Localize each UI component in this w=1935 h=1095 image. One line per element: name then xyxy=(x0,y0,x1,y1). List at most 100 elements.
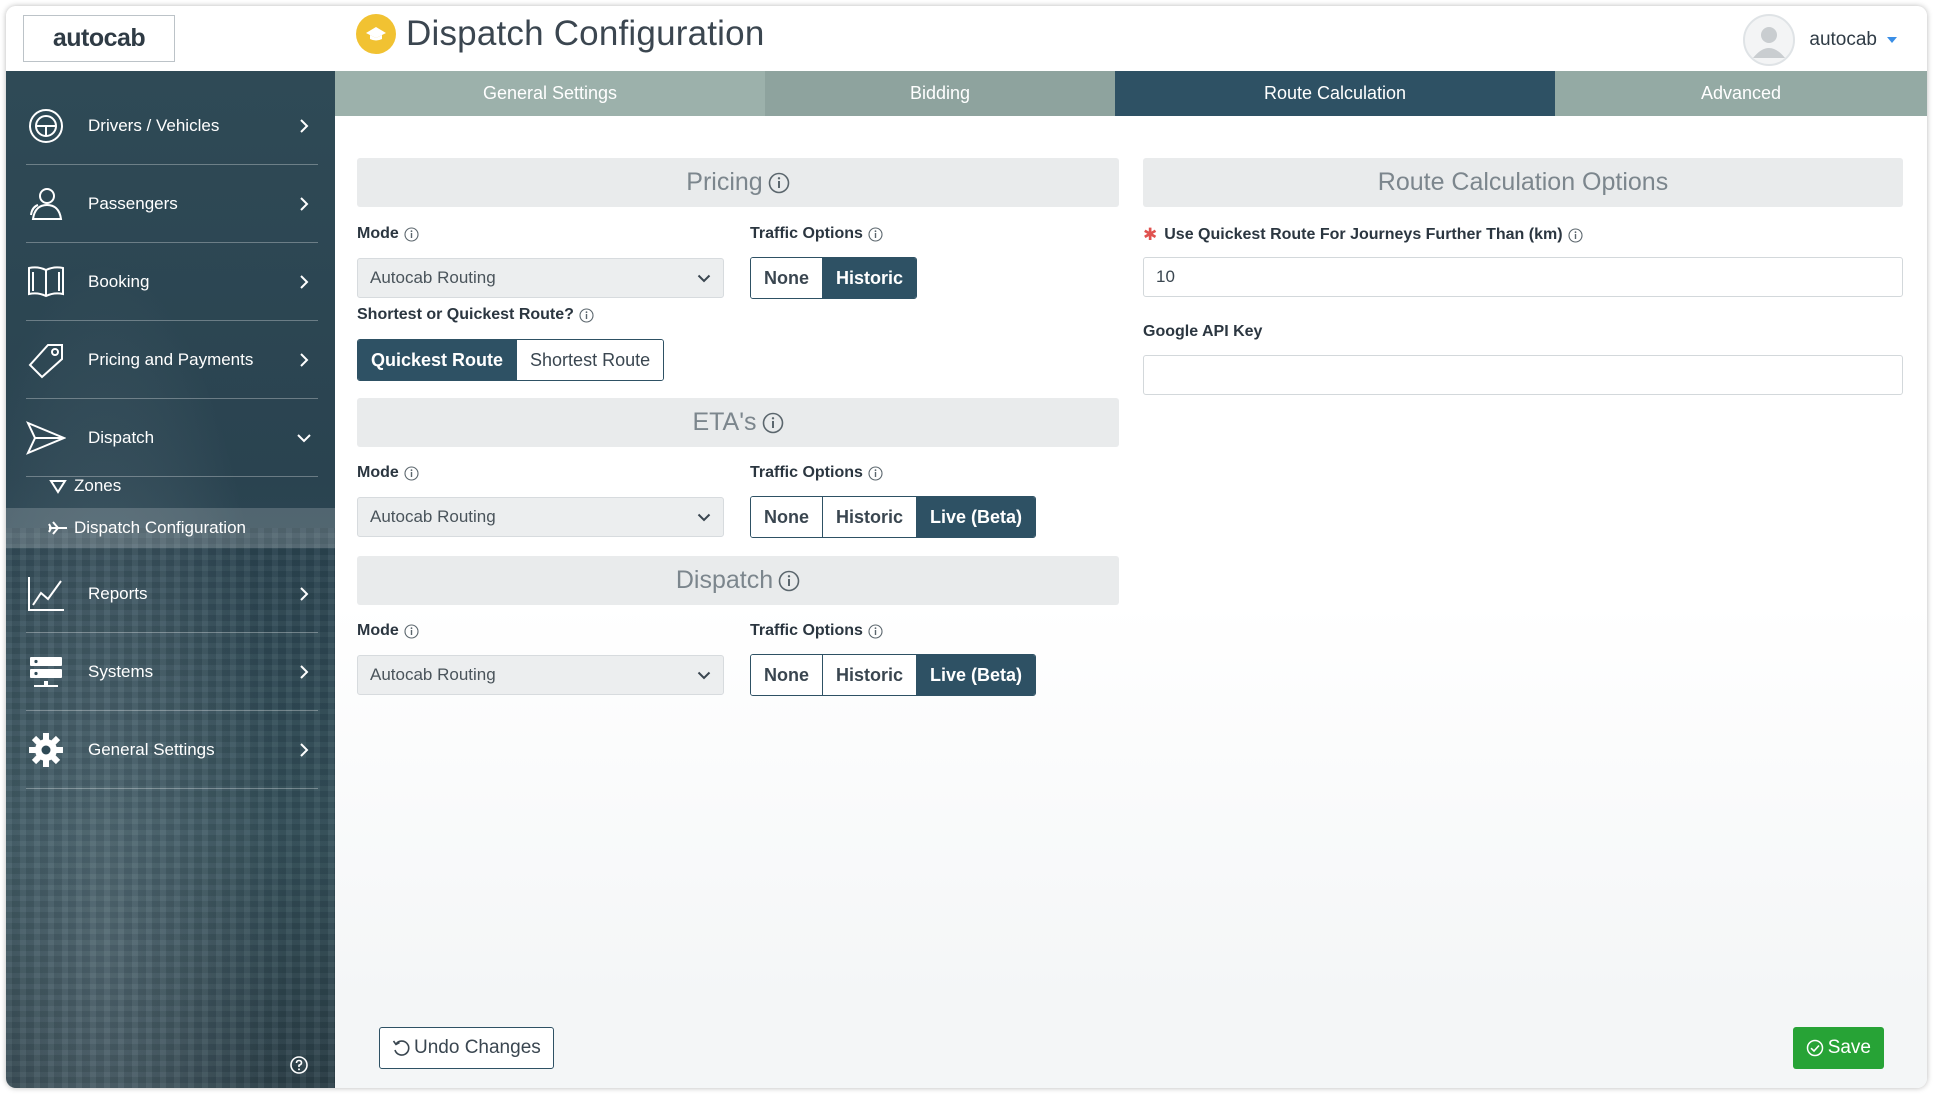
sidebar-subitem-zones[interactable]: Zones xyxy=(6,466,335,506)
dispatch-heading-text: Dispatch xyxy=(675,566,774,594)
chevron-right-icon xyxy=(294,586,314,602)
pricing-mode-value: Autocab Routing xyxy=(370,268,496,287)
info-icon[interactable] xyxy=(762,412,784,434)
sidebar-subitem-label: Dispatch Configuration xyxy=(74,518,246,537)
dispatch-traffic-toggle: None Historic Live (Beta) xyxy=(750,654,1037,696)
line-chart-icon xyxy=(26,574,66,614)
sidebar-item-booking[interactable]: Booking xyxy=(26,243,318,321)
traffic-option-historic[interactable]: Historic xyxy=(823,258,917,298)
footer-bar: Undo Changes Save xyxy=(335,1001,1927,1088)
chevron-down-icon xyxy=(697,507,711,527)
undo-changes-label: Undo Changes xyxy=(414,1037,541,1058)
avatar-icon xyxy=(1743,14,1796,66)
sidebar-item-pricing-payments[interactable]: Pricing and Payments xyxy=(26,321,318,399)
sidebar-subitem-dispatch-configuration[interactable]: Dispatch Configuration xyxy=(6,508,335,548)
quickest-threshold-input[interactable]: 10 xyxy=(1143,257,1903,297)
dispatch-traffic-label: Traffic Options xyxy=(750,622,883,640)
chevron-right-icon xyxy=(294,118,314,134)
sidebar-item-general-settings[interactable]: General Settings xyxy=(26,711,318,789)
help-icon[interactable] xyxy=(289,1055,309,1080)
chevron-right-icon xyxy=(294,664,314,680)
pricing-mode-select[interactable]: Autocab Routing xyxy=(357,258,724,298)
etas-mode-label: Mode xyxy=(357,464,419,482)
undo-changes-button[interactable]: Undo Changes xyxy=(379,1027,554,1069)
traffic-option-none[interactable]: None xyxy=(751,258,823,298)
traffic-option-none[interactable]: None xyxy=(751,497,823,537)
sidebar-item-systems[interactable]: Systems xyxy=(26,633,318,711)
traffic-option-none[interactable]: None xyxy=(751,655,823,695)
traffic-option-live[interactable]: Live (Beta) xyxy=(917,655,1036,695)
pricing-traffic-label: Traffic Options xyxy=(750,225,883,243)
pricing-traffic-toggle: None Historic xyxy=(750,257,918,299)
username: autocab xyxy=(1809,29,1877,50)
info-icon[interactable] xyxy=(1567,227,1583,243)
dispatch-mode-label-text: Mode xyxy=(357,622,399,639)
sidebar-item-label: Systems xyxy=(88,661,154,681)
etas-heading-text: ETA's xyxy=(692,408,757,436)
required-asterisk-icon: ✱ xyxy=(1143,225,1158,244)
tab-advanced[interactable]: Advanced xyxy=(1555,71,1927,116)
pricing-heading: Pricing xyxy=(357,158,1119,207)
sidebar-item-label: Reports xyxy=(88,583,148,603)
plane-icon xyxy=(48,519,68,537)
sidebar-item-passengers[interactable]: Passengers xyxy=(26,165,318,243)
traffic-option-historic[interactable]: Historic xyxy=(823,655,918,695)
chevron-right-icon xyxy=(294,742,314,758)
tab-general-settings[interactable]: General Settings xyxy=(335,71,765,116)
google-api-key-input[interactable] xyxy=(1143,355,1903,395)
quickest-threshold-label-text: Use Quickest Route For Journeys Further … xyxy=(1164,226,1563,243)
tab-bar: General Settings Bidding Route Calculati… xyxy=(335,71,1927,125)
info-icon[interactable] xyxy=(579,307,594,323)
price-tag-icon xyxy=(26,340,66,380)
dispatch-heading: Dispatch xyxy=(357,556,1119,605)
info-icon[interactable] xyxy=(868,226,883,242)
zone-icon xyxy=(48,478,68,494)
info-icon[interactable] xyxy=(768,172,790,194)
save-button[interactable]: Save xyxy=(1792,1027,1884,1069)
etas-traffic-label: Traffic Options xyxy=(750,464,883,482)
chevron-right-icon xyxy=(294,274,314,290)
brand-logo[interactable]: autocab xyxy=(23,15,175,62)
dispatch-mode-select[interactable]: Autocab Routing xyxy=(357,655,724,695)
undo-icon xyxy=(392,1039,410,1057)
page-title-group: Dispatch Configuration xyxy=(356,14,765,54)
route-choice-label-text: Shortest or Quickest Route? xyxy=(357,306,574,323)
info-icon[interactable] xyxy=(868,623,883,639)
steering-wheel-icon xyxy=(26,106,66,146)
info-icon[interactable] xyxy=(404,226,419,242)
server-icon xyxy=(26,652,66,692)
info-icon[interactable] xyxy=(404,623,419,639)
etas-traffic-toggle: None Historic Live (Beta) xyxy=(750,496,1037,538)
google-api-key-label: Google API Key xyxy=(1143,323,1263,340)
traffic-option-historic[interactable]: Historic xyxy=(823,497,918,537)
route-choice-toggle: Quickest Route Shortest Route xyxy=(357,339,665,381)
route-option-quickest[interactable]: Quickest Route xyxy=(358,340,518,380)
route-option-shortest[interactable]: Shortest Route xyxy=(517,340,664,380)
pricing-heading-text: Pricing xyxy=(686,168,763,196)
pricing-mode-label-text: Mode xyxy=(357,225,399,242)
tab-bidding[interactable]: Bidding xyxy=(765,71,1115,116)
sidebar-item-drivers-vehicles[interactable]: Drivers / Vehicles xyxy=(26,87,318,165)
sidebar-item-label: General Settings xyxy=(88,739,215,759)
pricing-traffic-label-text: Traffic Options xyxy=(750,225,863,242)
chevron-right-icon xyxy=(294,196,314,212)
user-menu[interactable]: autocab xyxy=(1743,14,1897,66)
info-icon[interactable] xyxy=(868,465,883,481)
tab-route-calculation[interactable]: Route Calculation xyxy=(1115,71,1555,125)
app-window: autocab Dispatch Configuration autocab D… xyxy=(6,6,1927,1088)
etas-mode-value: Autocab Routing xyxy=(370,507,496,526)
users-icon xyxy=(26,184,66,224)
etas-mode-select[interactable]: Autocab Routing xyxy=(357,497,724,537)
dispatch-traffic-label-text: Traffic Options xyxy=(750,622,863,639)
main-content: Pricing Mode Autocab Routing Traffic Opt… xyxy=(335,116,1927,1001)
sidebar-subitem-label: Zones xyxy=(74,476,122,495)
traffic-option-live[interactable]: Live (Beta) xyxy=(917,497,1036,537)
sidebar-item-reports[interactable]: Reports xyxy=(26,555,318,633)
pricing-mode-label: Mode xyxy=(357,225,419,243)
sidebar-item-label: Passengers xyxy=(88,193,178,213)
dispatch-cap-icon xyxy=(356,14,396,54)
etas-mode-label-text: Mode xyxy=(357,464,399,481)
top-header: autocab Dispatch Configuration autocab xyxy=(6,6,1927,71)
info-icon[interactable] xyxy=(404,465,419,481)
info-icon[interactable] xyxy=(778,570,800,592)
